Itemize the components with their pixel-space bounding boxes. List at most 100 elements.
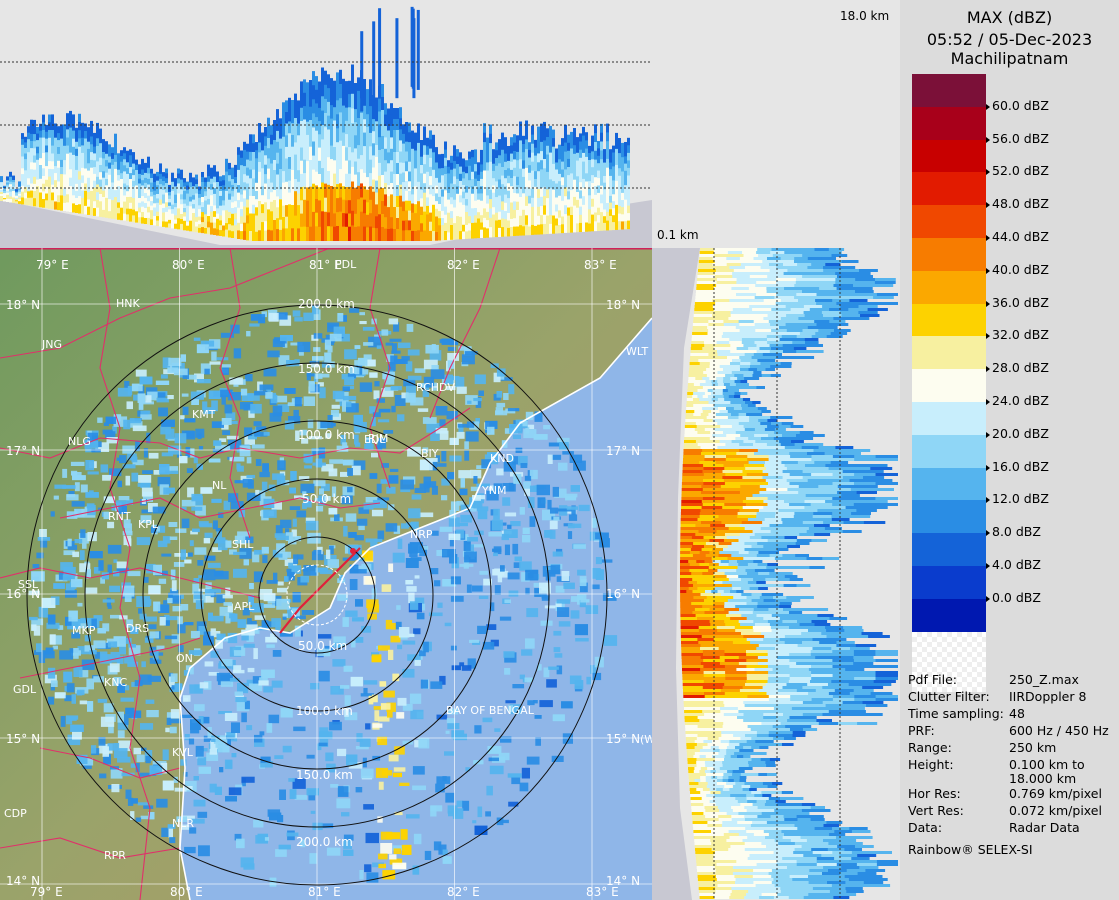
echo-cell	[832, 650, 855, 653]
echo-cell	[779, 341, 794, 344]
echo-cell	[689, 782, 700, 785]
echo-cell	[718, 752, 728, 755]
echo-cell	[799, 722, 820, 725]
echo-cell	[856, 293, 878, 296]
echo-cell	[567, 134, 570, 144]
echo-cell	[492, 170, 495, 180]
echo-cell	[600, 132, 603, 143]
echo-cell	[834, 656, 855, 659]
echo-cell	[834, 857, 853, 860]
echo-cell	[700, 413, 710, 416]
echo-cell	[760, 758, 771, 761]
echo-cell	[697, 587, 708, 590]
echo-cell	[315, 212, 318, 228]
echo-cell	[72, 146, 75, 156]
echo-cell	[213, 205, 216, 213]
echo-cell	[763, 713, 784, 716]
echo-cell	[754, 533, 771, 536]
echo-cell	[498, 163, 501, 173]
echo-cell	[558, 195, 561, 205]
echo-cell	[778, 260, 795, 263]
echo-cell	[429, 148, 432, 159]
echo-cell	[471, 230, 474, 239]
echo-cell	[279, 148, 282, 160]
echo-cell	[728, 848, 746, 851]
echo-cell	[706, 359, 717, 362]
echo-cell	[567, 150, 570, 160]
echo-cell	[796, 812, 810, 815]
echo-cell	[755, 284, 776, 287]
echo-cell	[237, 185, 240, 194]
echo-cell	[294, 191, 297, 205]
echo-cell	[522, 209, 525, 219]
echo-cell	[710, 386, 720, 389]
echo-cell	[570, 156, 573, 167]
echo-cell	[453, 168, 456, 178]
echo-cell	[528, 165, 531, 174]
echo-cell	[744, 704, 766, 707]
echo-cell	[709, 788, 718, 791]
echo-cell	[501, 149, 504, 160]
echo-cell	[492, 200, 495, 209]
echo-cell	[682, 461, 701, 464]
echo-cell	[841, 632, 863, 635]
echo-cell	[330, 91, 333, 107]
echo-cell	[710, 752, 720, 755]
echo-cell	[297, 146, 300, 160]
echo-cell	[354, 187, 357, 202]
echo-cell	[276, 196, 279, 209]
top-cross-section-panel	[0, 0, 652, 248]
echo-cell	[792, 893, 810, 896]
echo-cell	[39, 158, 42, 167]
echo-cell	[369, 92, 372, 108]
echo-cell	[749, 407, 759, 410]
echo-cell	[732, 773, 742, 776]
echo-cell	[680, 566, 696, 569]
echo-cell	[27, 178, 30, 186]
echo-cell	[768, 473, 791, 476]
echo-cell	[736, 668, 756, 671]
echo-cell	[51, 184, 54, 194]
echo-cell	[471, 193, 474, 202]
echo-cell	[746, 482, 769, 485]
echo-cell	[770, 626, 790, 629]
echo-cell	[357, 145, 360, 160]
echo-cell	[772, 254, 789, 257]
echo-cell	[744, 782, 755, 785]
echo-cell	[711, 398, 719, 401]
echo-cell	[792, 710, 812, 713]
echo-cell	[234, 219, 237, 227]
echo-cell	[45, 200, 48, 209]
echo-cell	[732, 275, 751, 278]
echo-cell	[525, 149, 528, 160]
echo-cell	[737, 755, 745, 758]
echo-cell	[758, 587, 768, 590]
echo-cell	[711, 383, 719, 386]
echo-cell	[303, 119, 306, 134]
echo-cell	[767, 497, 791, 500]
echo-cell	[690, 794, 700, 797]
echo-cell	[48, 161, 51, 170]
echo-cell	[732, 308, 754, 311]
echo-cell	[719, 749, 728, 752]
echo-cell	[84, 168, 87, 177]
echo-cell	[78, 196, 81, 206]
echo-cell	[351, 137, 354, 154]
radar-map[interactable]: 79° E 80° E 81° E 82° E 83° E 79° E 80° …	[0, 248, 652, 900]
echo-cell	[462, 198, 465, 206]
echo-cell	[746, 740, 757, 743]
echo-cell	[697, 368, 708, 371]
echo-cell	[828, 869, 848, 872]
echo-cell	[707, 821, 724, 824]
echo-cell	[576, 144, 579, 154]
echo-cell	[847, 635, 870, 638]
echo-cell	[81, 182, 84, 192]
echo-cell	[324, 211, 327, 227]
echo-cell	[704, 698, 728, 701]
echo-cell	[738, 710, 758, 713]
echo-cell	[102, 177, 105, 186]
echo-cell	[802, 275, 821, 278]
echo-cell	[816, 719, 832, 722]
echo-cell	[745, 827, 764, 830]
echo-cell	[492, 163, 495, 172]
